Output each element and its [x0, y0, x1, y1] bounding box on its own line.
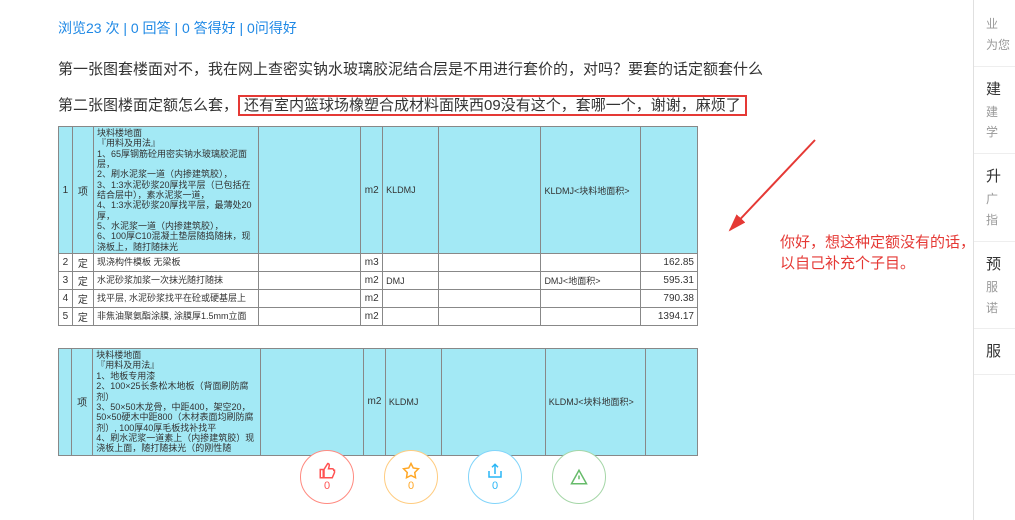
- favorite-button[interactable]: 0: [384, 450, 438, 504]
- para2-prefix: 第二张图楼面定额怎么套，: [58, 97, 238, 114]
- sidebar-card[interactable]: 业 为您: [974, 0, 1015, 67]
- sidebar-card[interactable]: 升 广 指: [974, 154, 1015, 242]
- paragraph-2: 第二张图楼面定额怎么套，还有室内篮球场橡塑合成材料面陕西09没有这个，套哪一个，…: [58, 94, 948, 118]
- post-stats: 浏览23 次 | 0 回答 | 0 答得好 | 0问得好: [58, 0, 948, 46]
- thumbs-up-icon: [318, 462, 336, 480]
- like-button[interactable]: 0: [300, 450, 354, 504]
- favorite-count: 0: [408, 480, 414, 492]
- table-2: 项 块料楼地面 『用料及用法』 1、地板专用漆 2、100×25长条松木地板（背…: [58, 348, 948, 455]
- share-button[interactable]: 0: [468, 450, 522, 504]
- table-row: 5 定 非焦油聚氨酯涂膜, 涂膜厚1.5mm立面 m2 1394.17: [59, 308, 698, 326]
- report-button[interactable]: [552, 450, 606, 504]
- table-row: 项 块料楼地面 『用料及用法』 1、地板专用漆 2、100×25长条松木地板（背…: [59, 349, 698, 455]
- share-icon: [486, 462, 504, 480]
- like-count: 0: [324, 480, 330, 492]
- table-row: 4 定 找平层, 水泥砂浆找平在砼或硬基层上 m2 790.38: [59, 290, 698, 308]
- star-icon: [402, 462, 420, 480]
- warning-icon: [570, 468, 588, 486]
- sidebar-card[interactable]: 建 建 学: [974, 67, 1015, 155]
- sidebar-card[interactable]: 服: [974, 329, 1015, 375]
- table-row: 2 定 现浇构件模板 无梁板 m3 162.85: [59, 254, 698, 272]
- sidebar-card[interactable]: 预 服 诺: [974, 242, 1015, 330]
- table-row: 1 项 块料楼地面 『用料及用法』 1、65厚钢筋砼用密实钠水玻璃胶泥面层， 2…: [59, 127, 698, 254]
- highlighted-text: 还有室内篮球场橡塑合成材料面陕西09没有这个，套哪一个，谢谢，麻烦了: [238, 95, 747, 116]
- right-sidebar: 业 为您 建 建 学 升 广 指 预 服 诺 服: [973, 0, 1015, 520]
- table-1: 1 项 块料楼地面 『用料及用法』 1、65厚钢筋砼用密实钠水玻璃胶泥面层， 2…: [58, 126, 948, 326]
- table-row: 3 定 水泥砂浆加浆一次抹光随打随抹 m2 DMJ DMJ<地面积> 595.3…: [59, 272, 698, 290]
- paragraph-1: 第一张图套楼面对不，我在网上查密实钠水玻璃胶泥结合层是不用进行套价的，对吗？要套…: [58, 58, 948, 82]
- share-count: 0: [492, 480, 498, 492]
